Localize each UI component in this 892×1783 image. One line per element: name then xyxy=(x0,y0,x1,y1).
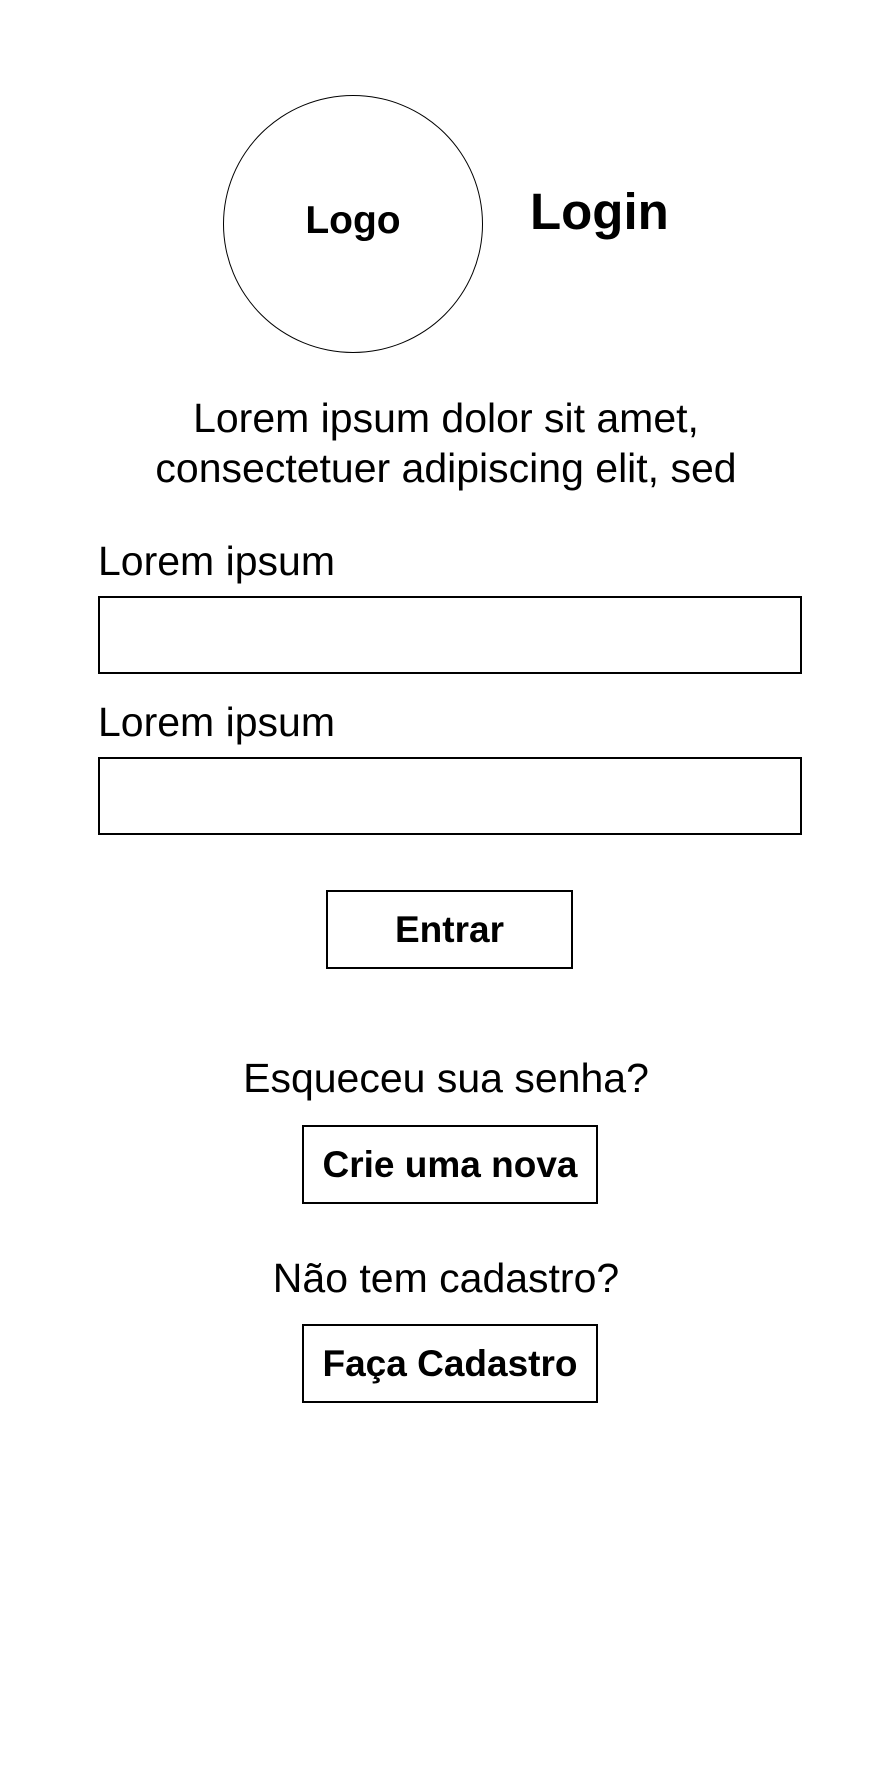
entrar-button[interactable]: Entrar xyxy=(326,890,573,969)
signup-button[interactable]: Faça Cadastro xyxy=(302,1324,598,1403)
description-line: consectetuer adipiscing elit, sed xyxy=(155,445,737,491)
field2-input[interactable] xyxy=(98,757,802,835)
no-account-text: Não tem cadastro? xyxy=(272,1255,620,1301)
forgot-password-text: Esqueceu sua senha? xyxy=(243,1055,649,1101)
create-new-password-button[interactable]: Crie uma nova xyxy=(302,1125,598,1204)
field2-label: Lorem ipsum xyxy=(98,699,335,745)
logo-label: Logo xyxy=(305,199,401,242)
logo: Logo xyxy=(223,95,483,353)
field1-label: Lorem ipsum xyxy=(98,538,335,584)
field1-input[interactable] xyxy=(98,596,802,674)
description-line: Lorem ipsum dolor sit amet, xyxy=(193,395,699,441)
description: Lorem ipsum dolor sit amet, consectetuer… xyxy=(0,393,892,493)
page-title: Login xyxy=(530,183,669,240)
